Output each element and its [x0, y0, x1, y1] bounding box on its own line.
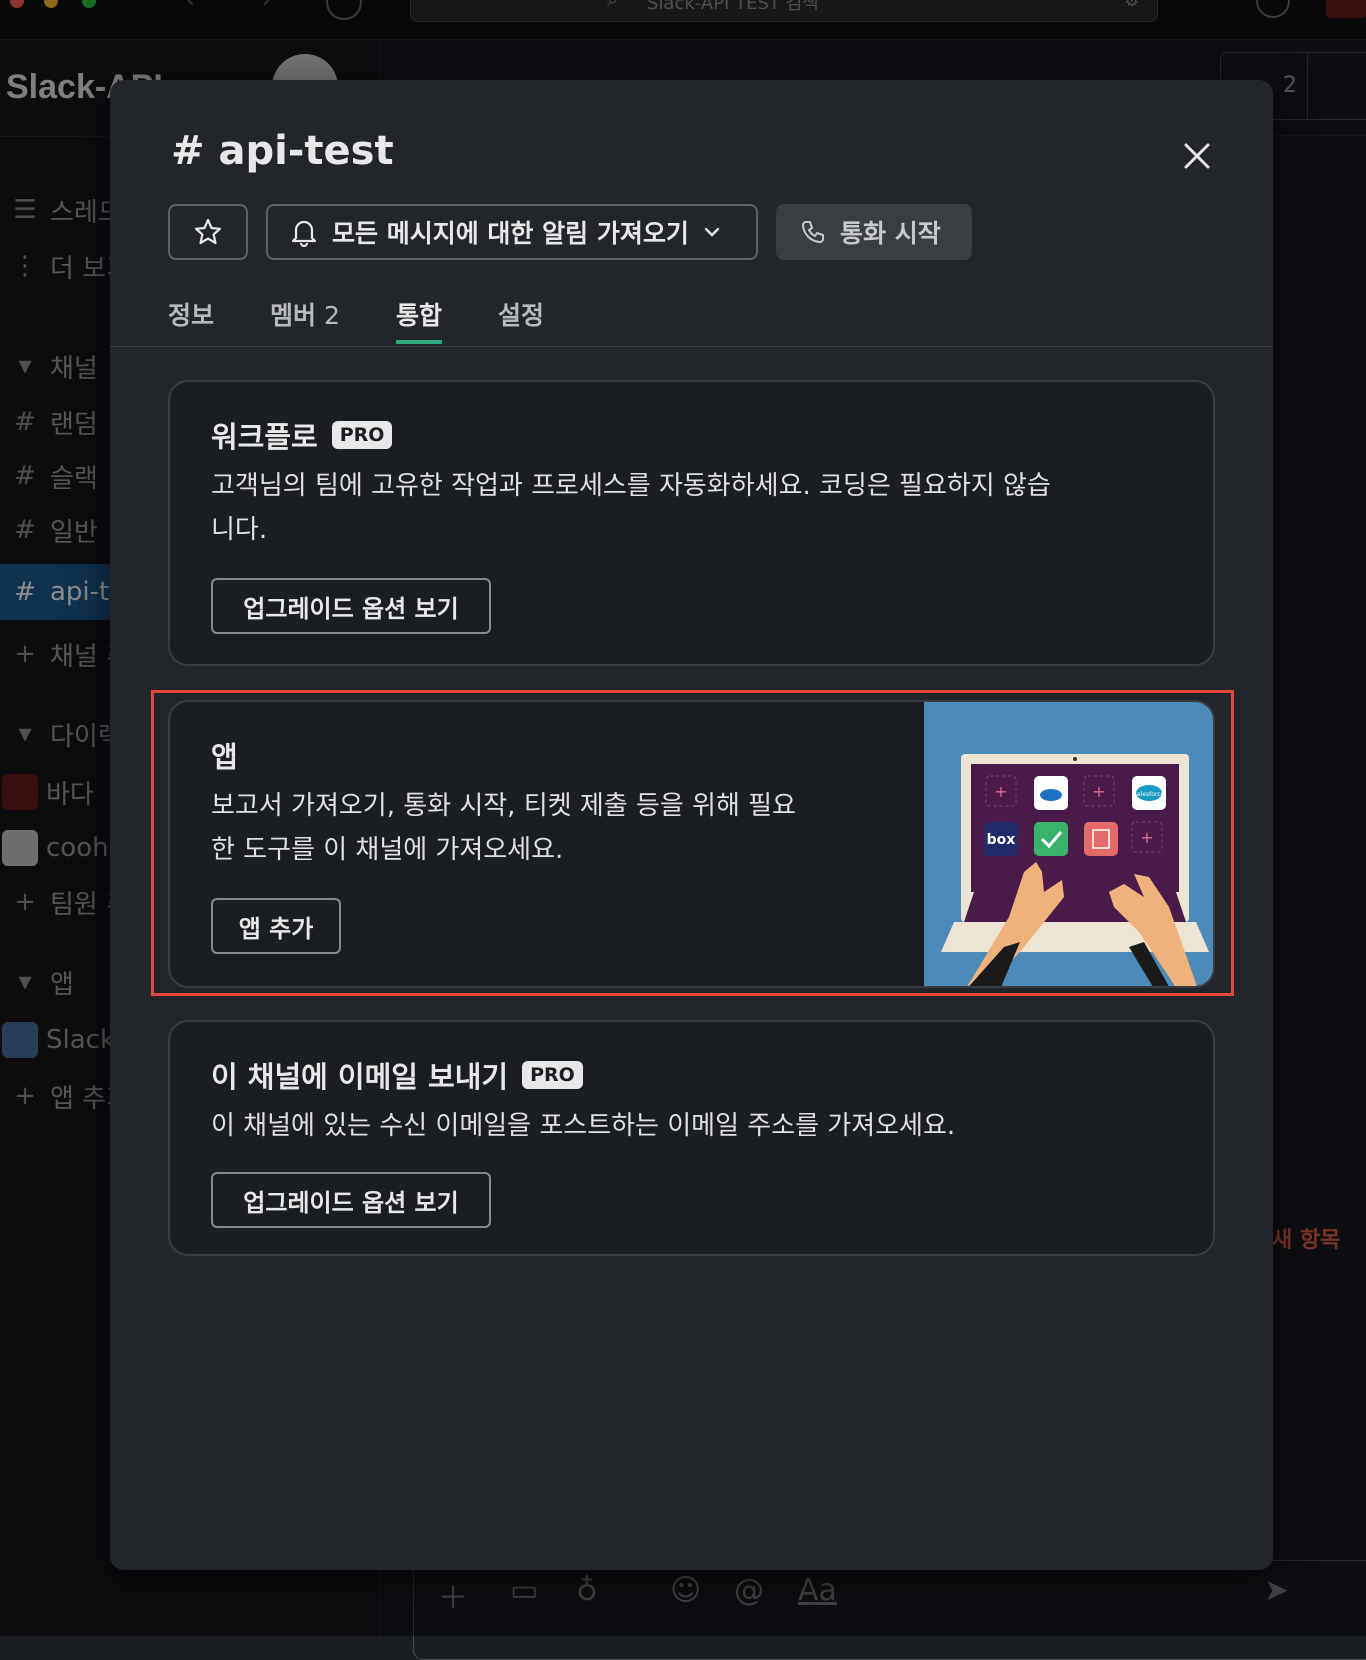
add-app-button[interactable]: 앱 추가	[211, 898, 341, 954]
workflow-description: 고객님의 팀에 고유한 작업과 프로세스를 자동화하세요. 코딩은 필요하지 않…	[211, 464, 1051, 552]
start-call-label: 통화 시작	[840, 214, 941, 250]
channel-details-modal: # api-test 모든 메시지에 대한 알림 가져오기	[110, 80, 1273, 1570]
tab-label: 통합	[396, 301, 442, 330]
tab-label: 멤버	[270, 301, 316, 330]
apps-card: 앱 보고서 가져오기, 통화 시작, 티켓 제출 등을 위해 필요 한 도구를 …	[168, 700, 1215, 988]
workflow-card: 워크플로 PRO 고객님의 팀에 고유한 작업과 프로세스를 자동화하세요. 코…	[168, 380, 1215, 666]
tabs-divider	[110, 346, 1273, 347]
salesforce-logo: salesforce	[1134, 791, 1165, 798]
tab-integrations[interactable]: 통합	[396, 284, 442, 344]
view-upgrade-options-button[interactable]: 업그레이드 옵션 보기	[211, 1172, 491, 1228]
bell-icon	[290, 217, 318, 247]
start-call-button[interactable]: 통화 시작	[776, 204, 972, 260]
tab-label: 정보	[168, 301, 214, 330]
box-logo: box	[987, 832, 1016, 848]
apps-illustration: + + salesforce box +	[924, 702, 1215, 988]
tab-settings[interactable]: 설정	[498, 284, 544, 344]
tab-info[interactable]: 정보	[168, 284, 214, 344]
notification-label: 모든 메시지에 대한 알림 가져오기	[332, 214, 689, 250]
chevron-down-icon	[703, 223, 721, 241]
apps-title: 앱	[211, 734, 238, 776]
close-icon	[1183, 142, 1211, 170]
svg-text:+: +	[1140, 828, 1153, 847]
desc-line: 니다.	[211, 508, 1051, 552]
phone-icon	[800, 219, 826, 245]
workflow-title: 워크플로 PRO	[211, 414, 392, 456]
slack-app: ‹ › ⌕ Slack-API TEST 검색 ⚙ Slack-API ☰ 스레…	[0, 0, 1366, 1636]
tab-members[interactable]: 멤버 2	[270, 284, 340, 344]
pro-badge: PRO	[332, 421, 393, 449]
desc-line: 고객님의 팀에 고유한 작업과 프로세스를 자동화하세요. 코딩은 필요하지 않…	[211, 464, 1051, 508]
view-upgrade-options-button[interactable]: 업그레이드 옵션 보기	[211, 578, 491, 634]
desc-line: 보고서 가져오기, 통화 시작, 티켓 제출 등을 위해 필요	[211, 784, 796, 828]
channel-name: api-test	[218, 128, 393, 174]
modal-tabs: 정보 멤버 2 통합 설정	[168, 284, 544, 344]
desc-line: 한 도구를 이 채널에 가져오세요.	[211, 828, 796, 872]
tab-count: 2	[324, 301, 340, 330]
star-icon	[193, 217, 223, 247]
modal-title: # api-test	[171, 128, 394, 174]
svg-text:+: +	[994, 782, 1007, 801]
tab-label: 설정	[498, 301, 544, 330]
email-description: 이 채널에 있는 수신 이메일을 포스트하는 이메일 주소를 가져오세요.	[211, 1104, 955, 1148]
modal-actions: 모든 메시지에 대한 알림 가져오기 통화 시작	[168, 204, 972, 260]
hash-symbol: #	[171, 128, 205, 174]
card-title-text: 워크플로	[211, 414, 318, 456]
svg-text:+: +	[1092, 782, 1105, 801]
star-button[interactable]	[168, 204, 248, 260]
apps-description: 보고서 가져오기, 통화 시작, 티켓 제출 등을 위해 필요 한 도구를 이 …	[211, 784, 796, 872]
email-card: 이 채널에 이메일 보내기 PRO 이 채널에 있는 수신 이메일을 포스트하는…	[168, 1020, 1215, 1256]
notification-button[interactable]: 모든 메시지에 대한 알림 가져오기	[266, 204, 758, 260]
card-title-text: 이 채널에 이메일 보내기	[211, 1054, 508, 1096]
close-button[interactable]	[1173, 132, 1221, 180]
email-title: 이 채널에 이메일 보내기 PRO	[211, 1054, 583, 1096]
pro-badge: PRO	[522, 1061, 583, 1089]
